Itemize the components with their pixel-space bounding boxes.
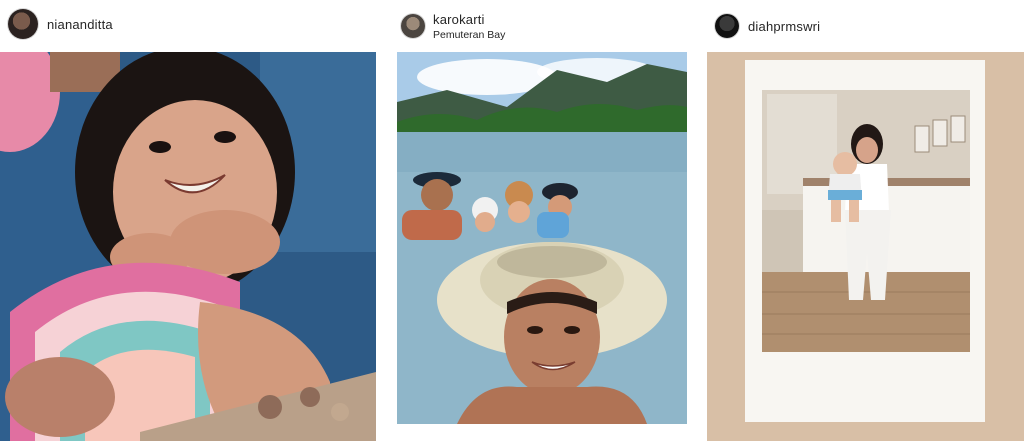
beach-selfie-image xyxy=(397,52,687,424)
avatar[interactable] xyxy=(715,14,739,38)
child-portrait-image xyxy=(0,52,376,441)
post-photo[interactable] xyxy=(0,52,376,441)
post-card: diahprmswri xyxy=(707,0,1024,441)
username[interactable]: diahprmswri xyxy=(748,19,820,34)
avatar[interactable] xyxy=(401,14,425,38)
post-card: niananditta xyxy=(0,0,376,441)
username[interactable]: niananditta xyxy=(47,17,113,32)
post-photo[interactable] xyxy=(397,52,687,424)
post-photo[interactable] xyxy=(707,52,1024,441)
instax-mother-baby-image xyxy=(707,52,1024,441)
post-header: niananditta xyxy=(0,0,376,48)
post-card: karokarti Pemuteran Bay xyxy=(397,0,687,441)
location-tag[interactable]: Pemuteran Bay xyxy=(433,29,505,41)
avatar[interactable] xyxy=(8,9,38,39)
post-header: karokarti Pemuteran Bay xyxy=(397,0,687,52)
username[interactable]: karokarti xyxy=(433,12,505,27)
post-header: diahprmswri xyxy=(707,0,1024,52)
